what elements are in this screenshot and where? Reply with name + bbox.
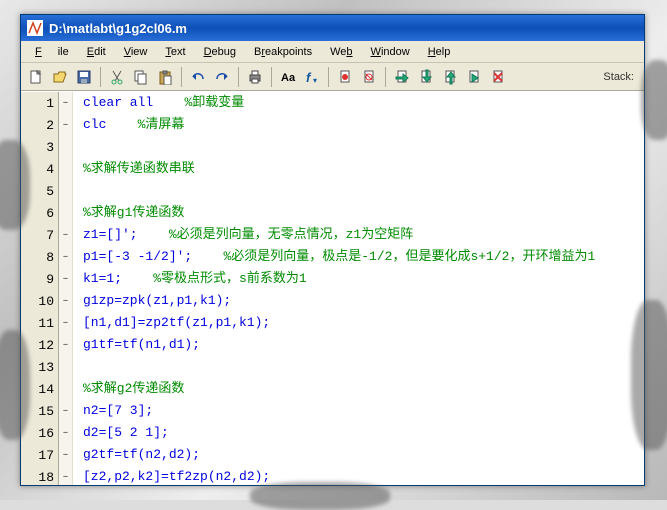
svg-text:Aa: Aa [281, 72, 296, 84]
paste-icon[interactable] [154, 66, 176, 88]
code-line[interactable]: g2tf=tf(n2,d2); [83, 444, 644, 466]
exec-mark [59, 180, 72, 202]
function-icon[interactable]: f▾ [301, 66, 323, 88]
line-number: 3 [21, 136, 58, 158]
code-line[interactable]: %求解g2传递函数 [83, 378, 644, 400]
editor-window: D:\matlabt\g1g2cl06.m File Edit View Tex… [20, 14, 645, 486]
code-line[interactable]: %求解传递函数串联 [83, 158, 644, 180]
code-line[interactable]: k1=1; %零极点形式，s前系数为1 [83, 268, 644, 290]
exec-mark: – [59, 290, 72, 312]
code-area[interactable]: clear all %卸载变量clc %清屏幕 %求解传递函数串联 %求解g1传递函… [73, 92, 644, 485]
line-number: 4 [21, 158, 58, 180]
exec-mark [59, 356, 72, 378]
line-number: 13 [21, 356, 58, 378]
open-icon[interactable] [49, 66, 71, 88]
line-number: 1 [21, 92, 58, 114]
menu-view[interactable]: View [116, 44, 156, 60]
exec-mark: – [59, 422, 72, 444]
exec-mark: – [59, 334, 72, 356]
code-line[interactable]: %求解g1传递函数 [83, 202, 644, 224]
stack-label: Stack: [597, 71, 640, 83]
menu-edit[interactable]: Edit [79, 44, 114, 60]
breakpoint-column[interactable]: ––––––––––––– [59, 92, 73, 485]
code-line[interactable]: clc %清屏幕 [83, 114, 644, 136]
exec-mark: – [59, 92, 72, 114]
exec-mark [59, 136, 72, 158]
menu-web[interactable]: Web [322, 44, 360, 60]
menu-help[interactable]: Help [420, 44, 459, 60]
line-number: 11 [21, 312, 58, 334]
code-line[interactable]: n2=[7 3]; [83, 400, 644, 422]
line-number-gutter: 12345678910111213141516171819 [21, 92, 59, 485]
line-number: 6 [21, 202, 58, 224]
code-line[interactable] [83, 180, 644, 202]
line-number: 16 [21, 422, 58, 444]
redo-icon[interactable] [211, 66, 233, 88]
line-number: 7 [21, 224, 58, 246]
exec-mark: – [59, 268, 72, 290]
line-number: 10 [21, 290, 58, 312]
step-out-icon[interactable] [439, 66, 461, 88]
exec-mark [59, 202, 72, 224]
line-number: 18 [21, 466, 58, 485]
line-number: 8 [21, 246, 58, 268]
exec-mark: – [59, 466, 72, 485]
svg-text:f: f [306, 70, 312, 85]
exec-mark [59, 158, 72, 180]
exec-mark: – [59, 114, 72, 136]
run-icon[interactable] [463, 66, 485, 88]
step-in-icon[interactable] [415, 66, 437, 88]
save-icon[interactable] [73, 66, 95, 88]
code-line[interactable]: [n1,d1]=zp2tf(z1,p1,k1); [83, 312, 644, 334]
menu-breakpoints[interactable]: Breakpoints [246, 44, 320, 60]
line-number: 2 [21, 114, 58, 136]
menu-window[interactable]: Window [363, 44, 418, 60]
clear-breakpoint-icon[interactable] [358, 66, 380, 88]
line-number: 5 [21, 180, 58, 202]
exit-debug-icon[interactable] [487, 66, 509, 88]
menu-file[interactable]: File [27, 44, 77, 60]
find-icon[interactable]: Aa [277, 66, 299, 88]
window-title: D:\matlabt\g1g2cl06.m [49, 21, 187, 36]
exec-mark: – [59, 400, 72, 422]
exec-mark [59, 378, 72, 400]
step-icon[interactable] [391, 66, 413, 88]
line-number: 9 [21, 268, 58, 290]
code-line[interactable] [83, 136, 644, 158]
line-number: 12 [21, 334, 58, 356]
code-line[interactable]: p1=[-3 -1/2]'; %必须是列向量，极点是-1/2，但是要化成s+1/… [83, 246, 644, 268]
line-number: 15 [21, 400, 58, 422]
code-line[interactable]: clear all %卸载变量 [83, 92, 644, 114]
exec-mark: – [59, 224, 72, 246]
print-icon[interactable] [244, 66, 266, 88]
code-line[interactable]: d2=[5 2 1]; [83, 422, 644, 444]
menubar: File Edit View Text Debug Breakpoints We… [21, 41, 644, 63]
set-breakpoint-icon[interactable] [334, 66, 356, 88]
code-line[interactable]: g1zp=zpk(z1,p1,k1); [83, 290, 644, 312]
exec-mark: – [59, 444, 72, 466]
cut-icon[interactable] [106, 66, 128, 88]
menu-text[interactable]: Text [157, 44, 193, 60]
undo-icon[interactable] [187, 66, 209, 88]
exec-mark: – [59, 246, 72, 268]
code-line[interactable]: z1=[]'; %必须是列向量，无零点情况，z1为空矩阵 [83, 224, 644, 246]
new-icon[interactable] [25, 66, 47, 88]
editor: 12345678910111213141516171819 ––––––––––… [21, 91, 644, 485]
titlebar[interactable]: D:\matlabt\g1g2cl06.m [21, 15, 644, 41]
exec-mark: – [59, 312, 72, 334]
code-line[interactable]: [z2,p2,k2]=tf2zp(n2,d2); [83, 466, 644, 485]
copy-icon[interactable] [130, 66, 152, 88]
toolbar: Aa f▾ Stack: [21, 63, 644, 91]
code-line[interactable]: g1tf=tf(n1,d1); [83, 334, 644, 356]
svg-text:▾: ▾ [313, 76, 317, 85]
menu-debug[interactable]: Debug [196, 44, 244, 60]
line-number: 17 [21, 444, 58, 466]
line-number: 14 [21, 378, 58, 400]
app-icon [27, 20, 43, 36]
code-line[interactable] [83, 356, 644, 378]
